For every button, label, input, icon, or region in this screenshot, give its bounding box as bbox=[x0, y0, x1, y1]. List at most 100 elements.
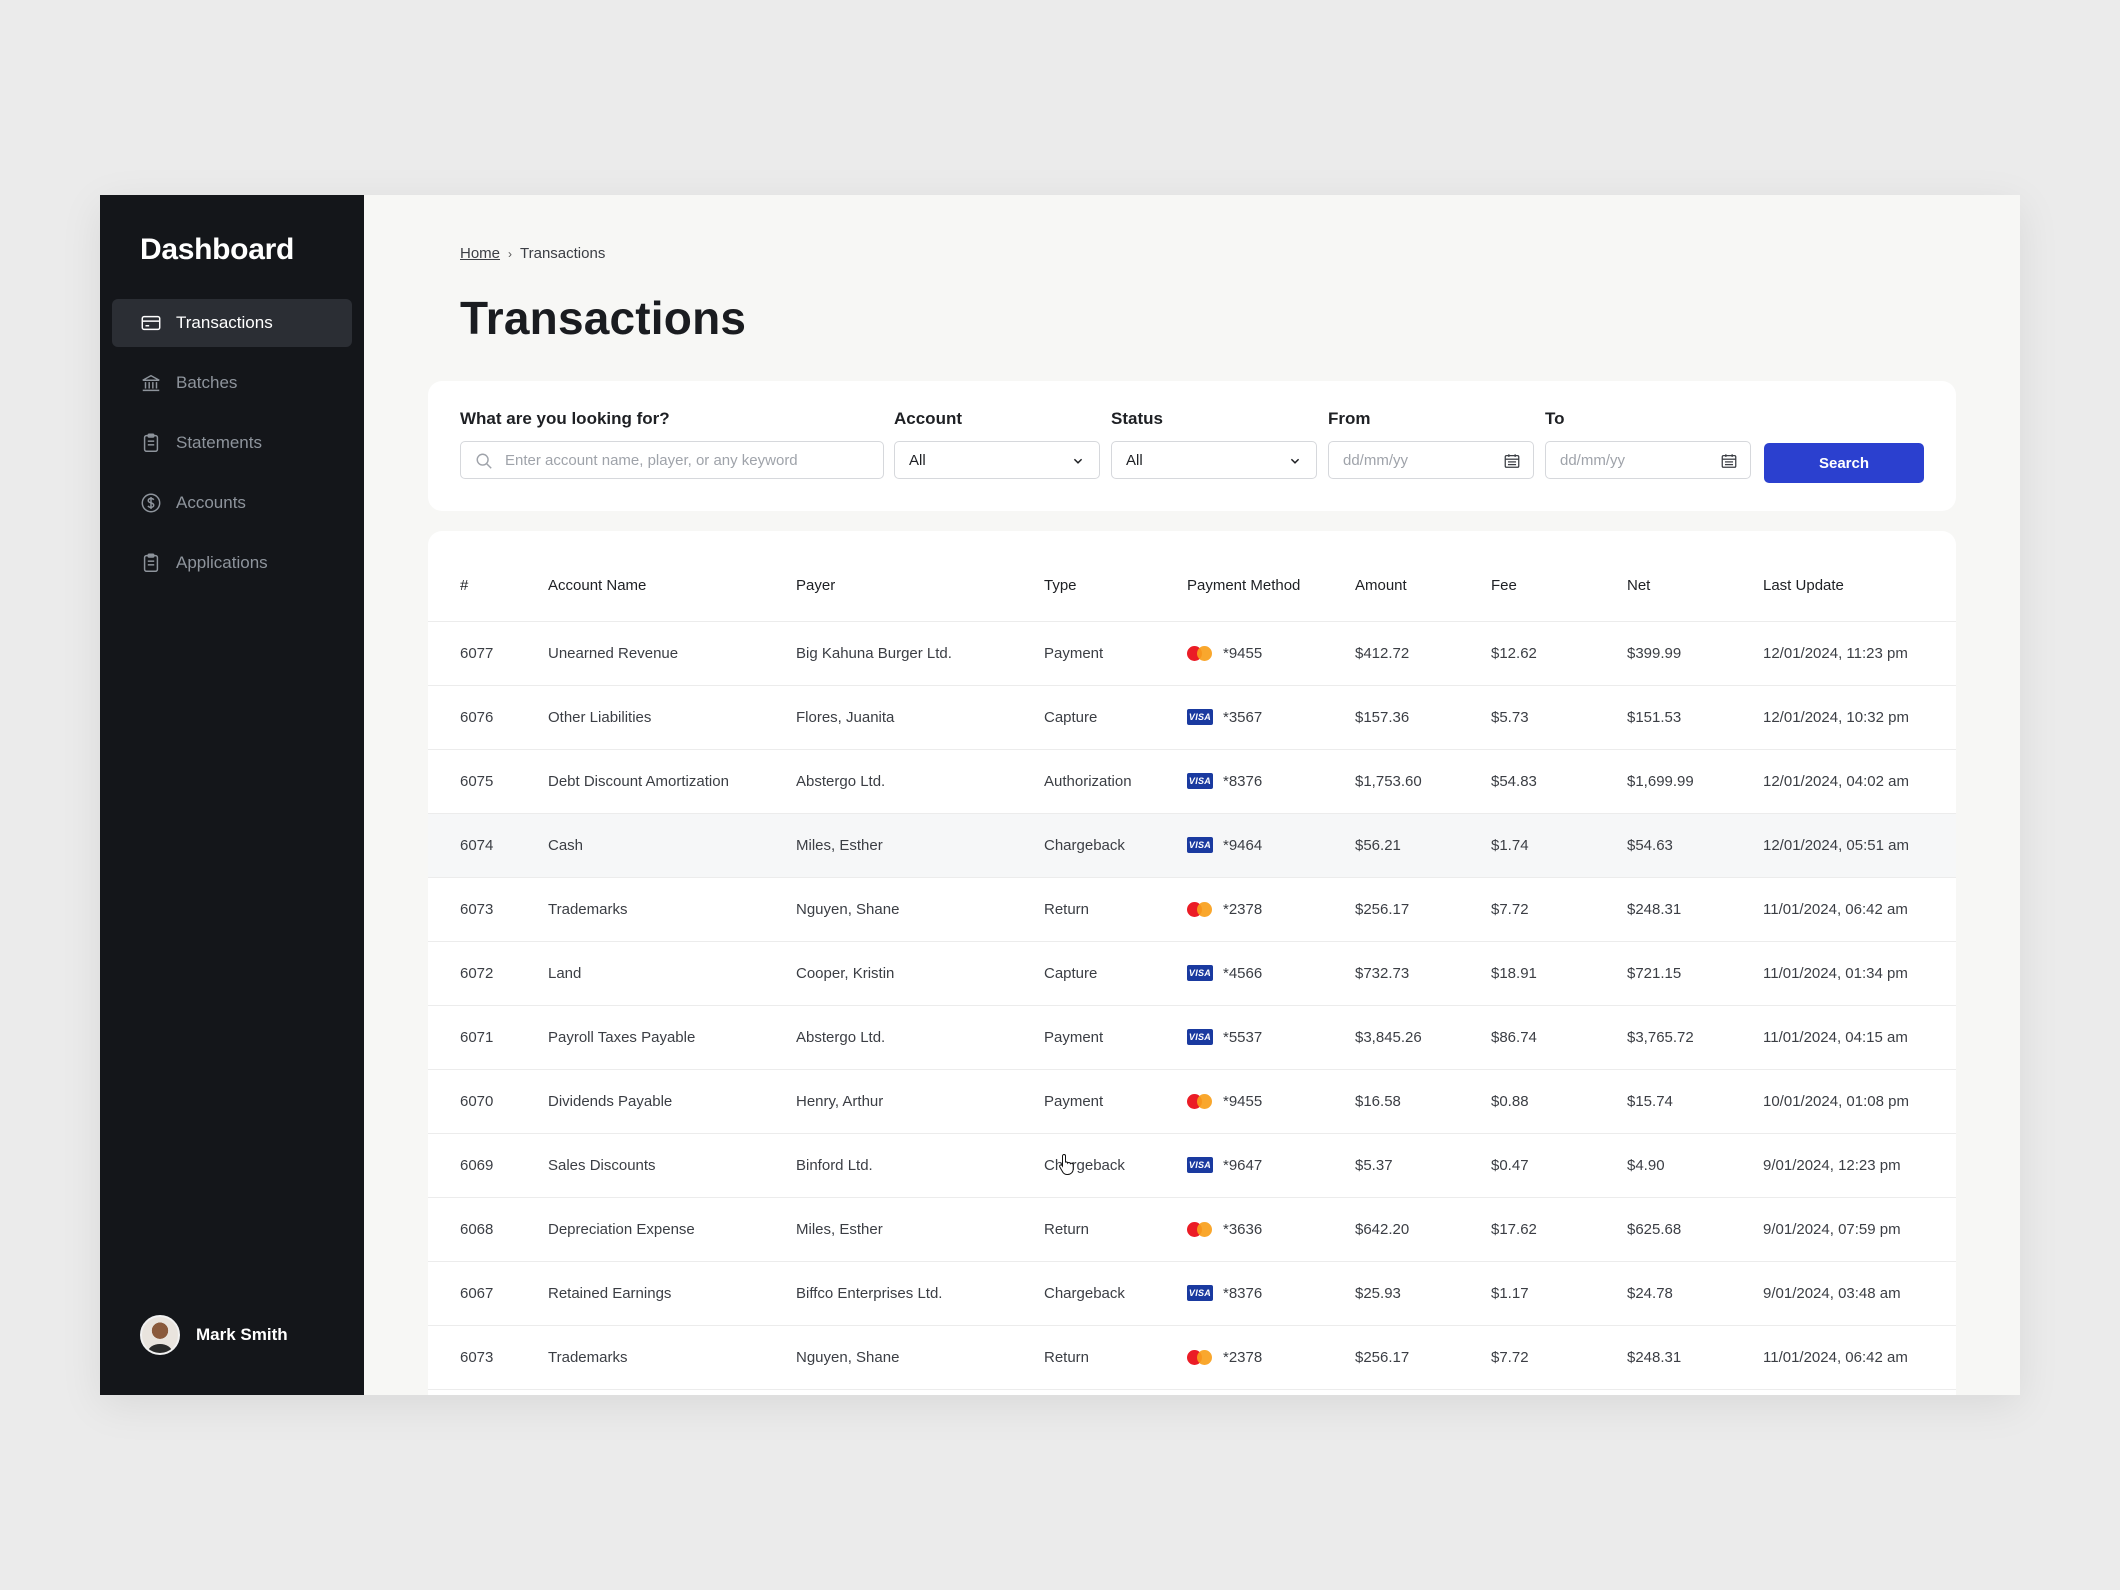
visa-icon: VISA bbox=[1187, 773, 1213, 789]
column-header-payment-method[interactable]: Payment Method bbox=[1187, 531, 1355, 622]
column-header-amount[interactable]: Amount bbox=[1355, 531, 1491, 622]
cell-payment-method: VISA *9464 bbox=[1187, 813, 1355, 878]
cell-type: Payment bbox=[1044, 1005, 1187, 1070]
visa-icon: VISA bbox=[1187, 837, 1213, 853]
sidebar-item-label: Accounts bbox=[176, 493, 246, 512]
cell-type: Return bbox=[1044, 877, 1187, 942]
table-row[interactable]: 6070 Dividends Payable Henry, Arthur Paymen… bbox=[428, 1069, 1956, 1134]
card-last4: *9647 bbox=[1223, 1156, 1263, 1174]
cell-amount: $412.72 bbox=[1355, 621, 1491, 686]
cell-id: 6071 bbox=[428, 1005, 548, 1070]
cell-type: Capture bbox=[1044, 941, 1187, 1006]
cell-type: Return bbox=[1044, 1197, 1187, 1262]
chevron-down-icon bbox=[1069, 452, 1087, 470]
cell-fee: $17.62 bbox=[1491, 1197, 1627, 1262]
table-row[interactable]: 6072 Land Cooper, Kristin Capture VISA *4566 $… bbox=[428, 941, 1956, 1006]
mastercard-icon bbox=[1187, 1093, 1213, 1109]
cell-account-name: Debt Discount Amortization bbox=[548, 749, 796, 814]
search-icon bbox=[475, 452, 493, 470]
calendar-icon[interactable] bbox=[1503, 452, 1521, 470]
mastercard-icon bbox=[1187, 1349, 1213, 1365]
cell-net: $4.90 bbox=[1627, 1133, 1763, 1198]
cell-id: 6077 bbox=[428, 621, 548, 686]
search-label: What are you looking for? bbox=[460, 409, 670, 428]
cell-amount: $16.58 bbox=[1355, 1069, 1491, 1134]
cell-payer: Henry, Arthur bbox=[796, 1069, 1044, 1134]
sidebar-item-label: Batches bbox=[176, 373, 238, 392]
column-header-payer[interactable]: Payer bbox=[796, 531, 1044, 622]
column-header-type[interactable]: Type bbox=[1044, 531, 1187, 622]
table-row[interactable]: 6073 Trademarks Nguyen, Shane Return *2378 $2… bbox=[428, 877, 1956, 942]
to-date-field: To dd/mm/yy bbox=[1545, 409, 1751, 479]
cell-account-name: Retained Earnings bbox=[548, 1261, 796, 1326]
breadcrumb-home-link[interactable]: Home bbox=[460, 245, 500, 262]
column-header-id[interactable]: # bbox=[428, 531, 548, 622]
cell-fee: $0.88 bbox=[1491, 1069, 1627, 1134]
cell-fee: $18.91 bbox=[1491, 941, 1627, 1006]
cell-fee: $12.62 bbox=[1491, 621, 1627, 686]
cell-account-name: Other Liabilities bbox=[548, 685, 796, 750]
table-row[interactable]: 6069 Sales Discounts Binford Ltd. Chargebac… bbox=[428, 1133, 1956, 1198]
column-header-account-name[interactable]: Account Name bbox=[548, 531, 796, 622]
chevron-down-icon bbox=[1286, 452, 1304, 470]
column-header-last-update[interactable]: Last Update bbox=[1763, 531, 1956, 622]
column-header-net[interactable]: Net bbox=[1627, 531, 1763, 622]
cell-account-name: Trademarks bbox=[548, 877, 796, 942]
cell-account-name: Payroll Taxes Payable bbox=[548, 1005, 796, 1070]
cell-fee: $7.72 bbox=[1491, 877, 1627, 942]
search-button[interactable]: Search bbox=[1764, 443, 1924, 483]
table-row[interactable]: 6068 Depreciation Expense Miles, Esther Ret… bbox=[428, 1197, 1956, 1262]
table-row[interactable]: 6067 Retained Earnings Biffco Enterprises … bbox=[428, 1261, 1956, 1326]
table-row[interactable]: 6076 Other Liabilities Flores, Juanita Capt… bbox=[428, 685, 1956, 750]
to-date-input[interactable]: dd/mm/yy bbox=[1545, 441, 1751, 479]
cell-payer: Big Kahuna Burger Ltd. bbox=[796, 621, 1044, 686]
cell-id: 6076 bbox=[428, 685, 548, 750]
mastercard-icon bbox=[1187, 1221, 1213, 1237]
sidebar-item-applications[interactable]: Applications bbox=[112, 539, 352, 587]
visa-icon: VISA bbox=[1187, 709, 1213, 725]
cell-amount: $256.17 bbox=[1355, 877, 1491, 942]
table-row[interactable]: 6075 Debt Discount Amortization Abstergo L… bbox=[428, 749, 1956, 814]
sidebar-item-label: Statements bbox=[176, 433, 262, 452]
from-date-placeholder: dd/mm/yy bbox=[1343, 451, 1409, 469]
visa-icon: VISA bbox=[1187, 1157, 1213, 1173]
sidebar-item-transactions[interactable]: Transactions bbox=[112, 299, 352, 347]
cell-id: 6069 bbox=[428, 1133, 548, 1198]
cell-net: $24.78 bbox=[1627, 1261, 1763, 1326]
cell-last-update: 11/01/2024, 04:15 am bbox=[1763, 1005, 1956, 1070]
clipboard-icon bbox=[140, 432, 162, 454]
cell-account-name: Cash bbox=[548, 813, 796, 878]
user-profile[interactable]: Mark Smith bbox=[140, 1315, 288, 1355]
cell-id: 6075 bbox=[428, 749, 548, 814]
status-select[interactable]: All bbox=[1111, 441, 1317, 479]
account-label: Account bbox=[894, 409, 962, 428]
cell-payer: Abstergo Ltd. bbox=[796, 1005, 1044, 1070]
table-row[interactable]: 6073 Trademarks Nguyen, Shane Return *2378 $2… bbox=[428, 1325, 1956, 1390]
cell-last-update: 9/01/2024, 03:48 am bbox=[1763, 1261, 1956, 1326]
cell-payer: Abstergo Ltd. bbox=[796, 749, 1044, 814]
table-row[interactable]: 6074 Cash Miles, Esther Chargeback VISA *9464… bbox=[428, 813, 1956, 878]
cell-net: $625.68 bbox=[1627, 1197, 1763, 1262]
account-select[interactable]: All bbox=[894, 441, 1100, 479]
cell-payer: Nguyen, Shane bbox=[796, 1325, 1044, 1390]
sidebar-item-statements[interactable]: Statements bbox=[112, 419, 352, 467]
cell-payer: Flores, Juanita bbox=[796, 685, 1044, 750]
cell-amount: $1,753.60 bbox=[1355, 749, 1491, 814]
sidebar-item-accounts[interactable]: Accounts bbox=[112, 479, 352, 527]
from-date-input[interactable]: dd/mm/yy bbox=[1328, 441, 1534, 479]
cell-amount: $157.36 bbox=[1355, 685, 1491, 750]
cell-net: $15.74 bbox=[1627, 1069, 1763, 1134]
clipboard-icon bbox=[140, 552, 162, 574]
cell-last-update: 12/01/2024, 04:02 am bbox=[1763, 749, 1956, 814]
status-field: Status All bbox=[1111, 409, 1317, 479]
table-row[interactable]: 6071 Payroll Taxes Payable Abstergo Ltd. Pa… bbox=[428, 1005, 1956, 1070]
cell-payment-method: *2378 bbox=[1187, 877, 1355, 942]
search-input[interactable]: Enter account name, player, or any keywo… bbox=[460, 441, 884, 479]
cell-payer: Cooper, Kristin bbox=[796, 941, 1044, 1006]
sidebar-item-batches[interactable]: Batches bbox=[112, 359, 352, 407]
cell-last-update: 11/01/2024, 06:42 am bbox=[1763, 877, 1956, 942]
calendar-icon[interactable] bbox=[1720, 452, 1738, 470]
table-row[interactable]: 6077 Unearned Revenue Big Kahuna Burger Lt… bbox=[428, 621, 1956, 686]
column-header-fee[interactable]: Fee bbox=[1491, 531, 1627, 622]
cell-last-update: 11/01/2024, 06:42 am bbox=[1763, 1325, 1956, 1390]
